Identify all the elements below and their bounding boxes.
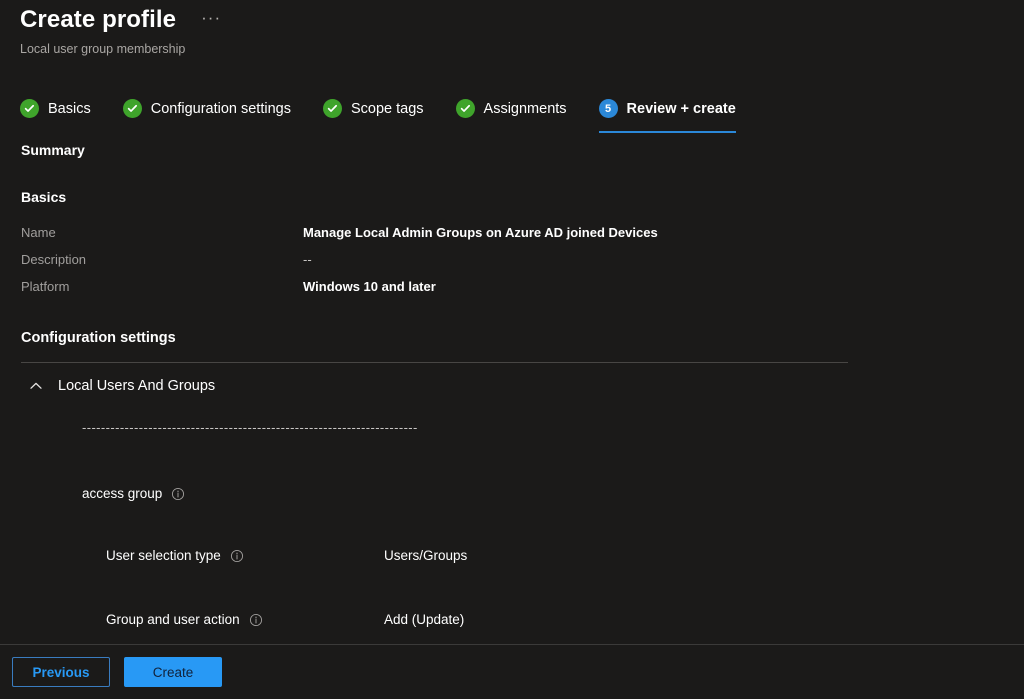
setting-label: User selection type [106,548,221,563]
access-group-label: access group [82,486,163,501]
info-icon[interactable] [230,549,244,563]
basics-table: Name Manage Local Admin Groups on Azure … [21,225,861,306]
setting-row: Group and user action Add (Update) [106,612,886,627]
summary-heading: Summary [21,142,85,158]
title-row: Create profile ··· [20,0,1024,40]
basics-heading: Basics [21,189,67,205]
page-header: Create profile ··· Local user group memb… [20,0,1024,56]
table-row: Description -- [21,252,861,279]
check-icon [20,99,39,118]
row-label: Description [21,252,87,267]
row-value: Windows 10 and later [303,279,436,294]
check-icon [455,99,475,118]
section-divider [21,362,848,363]
wizard-footer: Previous Create [0,644,1024,699]
create-profile-page: Create profile ··· Local user group memb… [0,0,1024,699]
configuration-settings-heading: Configuration settings [21,330,176,346]
info-icon[interactable] [171,487,185,501]
setting-value: Add (Update) [384,612,465,627]
access-group-label-row: access group [82,486,185,501]
row-value: -- [303,252,312,267]
setting-row: User selection type Users/Groups [106,548,886,563]
tab-label: Configuration settings [150,100,291,117]
settings-separator-line: ----------------------------------------… [82,420,418,435]
row-label: Platform [21,279,70,294]
create-button[interactable]: Create [124,657,222,687]
setting-label: Group and user action [106,612,240,627]
tab-configuration-settings[interactable]: Configuration settings [122,92,305,125]
info-icon[interactable] [249,613,263,627]
tab-scope-tags[interactable]: Scope tags [322,92,438,125]
local-users-and-groups-group-toggle[interactable]: Local Users And Groups [28,378,215,394]
group-label: Local Users And Groups [58,378,216,394]
setting-name: User selection type [106,548,384,563]
row-label: Name [21,225,56,240]
table-row: Platform Windows 10 and later [21,279,861,306]
check-icon [122,99,142,118]
wizard-tabs: Basics Configuration settings Scope tags [20,92,736,133]
chevron-up-icon[interactable] [28,378,44,394]
table-row: Name Manage Local Admin Groups on Azure … [21,225,861,252]
setting-name: Group and user action [106,612,384,627]
row-value: Manage Local Admin Groups on Azure AD jo… [303,225,658,240]
more-options-icon[interactable]: ··· [198,7,224,34]
tab-label: Scope tags [350,100,424,117]
summary-content: Summary Basics Name Manage Local Admin G… [0,130,1024,645]
step-number-badge: 5 [598,99,618,118]
tab-label: Basics [48,100,91,117]
setting-value: Users/Groups [384,548,468,563]
tab-assignments[interactable]: Assignments [455,92,581,125]
tab-label: Review + create [626,100,736,117]
page-subtitle: Local user group membership [20,42,186,56]
tab-review-create[interactable]: 5 Review + create [598,92,736,133]
page-title: Create profile [20,6,177,33]
check-icon [322,99,342,118]
tab-label: Assignments [483,100,567,117]
tab-basics[interactable]: Basics [20,92,105,125]
previous-button[interactable]: Previous [12,657,110,687]
